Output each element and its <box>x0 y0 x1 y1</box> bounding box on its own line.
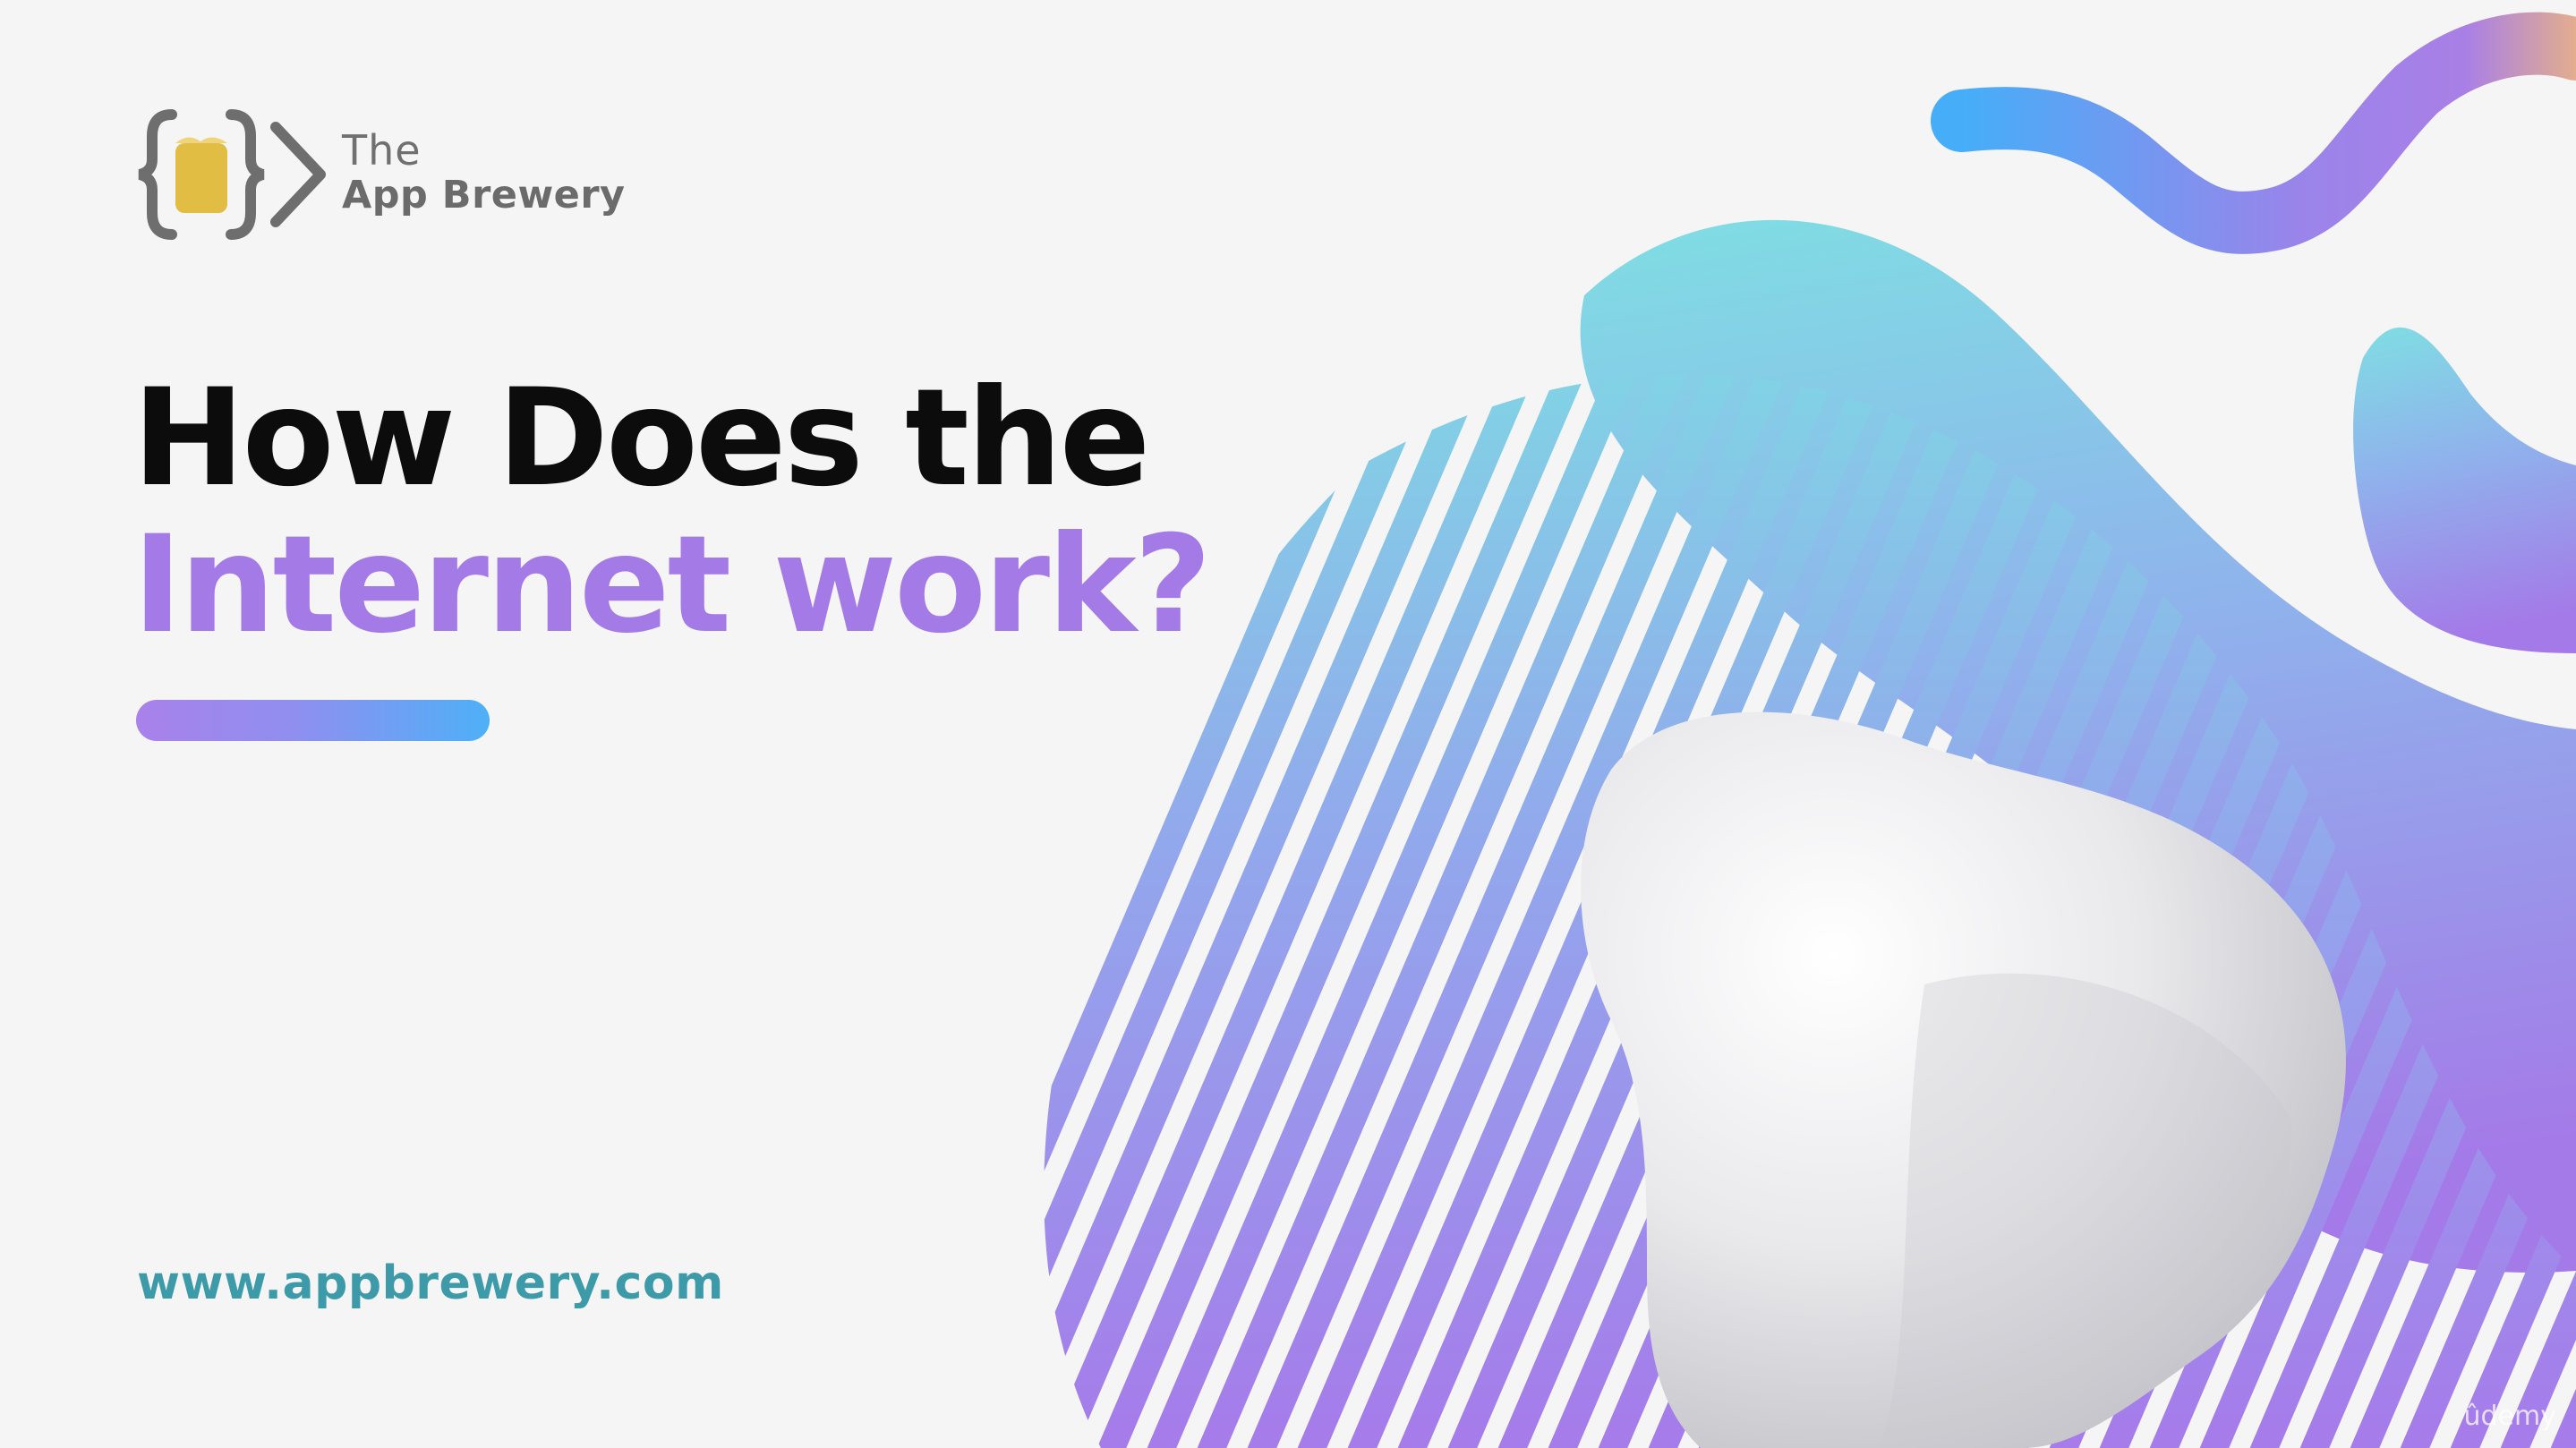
brand-app-brewery: App Brewery <box>342 172 626 217</box>
brand-the: The <box>342 125 422 175</box>
slide: The App Brewery How Does the Internet wo… <box>0 0 2576 1448</box>
code-braces-beer-icon <box>138 109 326 240</box>
gradient-blob-small <box>2353 327 2576 653</box>
page-title: How Does the Internet work? <box>132 361 1212 663</box>
brand-logo[interactable]: The App Brewery <box>136 107 626 242</box>
website-link[interactable]: www.appbrewery.com <box>137 1256 724 1310</box>
brand-name: The App Brewery <box>342 130 626 215</box>
title-line-2: Internet work? <box>132 507 1212 663</box>
udemy-watermark: ûdemy <box>2463 1401 2557 1432</box>
title-line-1: How Does the <box>132 361 1150 516</box>
wavy-line <box>1931 12 2576 254</box>
accent-bar <box>136 700 490 741</box>
